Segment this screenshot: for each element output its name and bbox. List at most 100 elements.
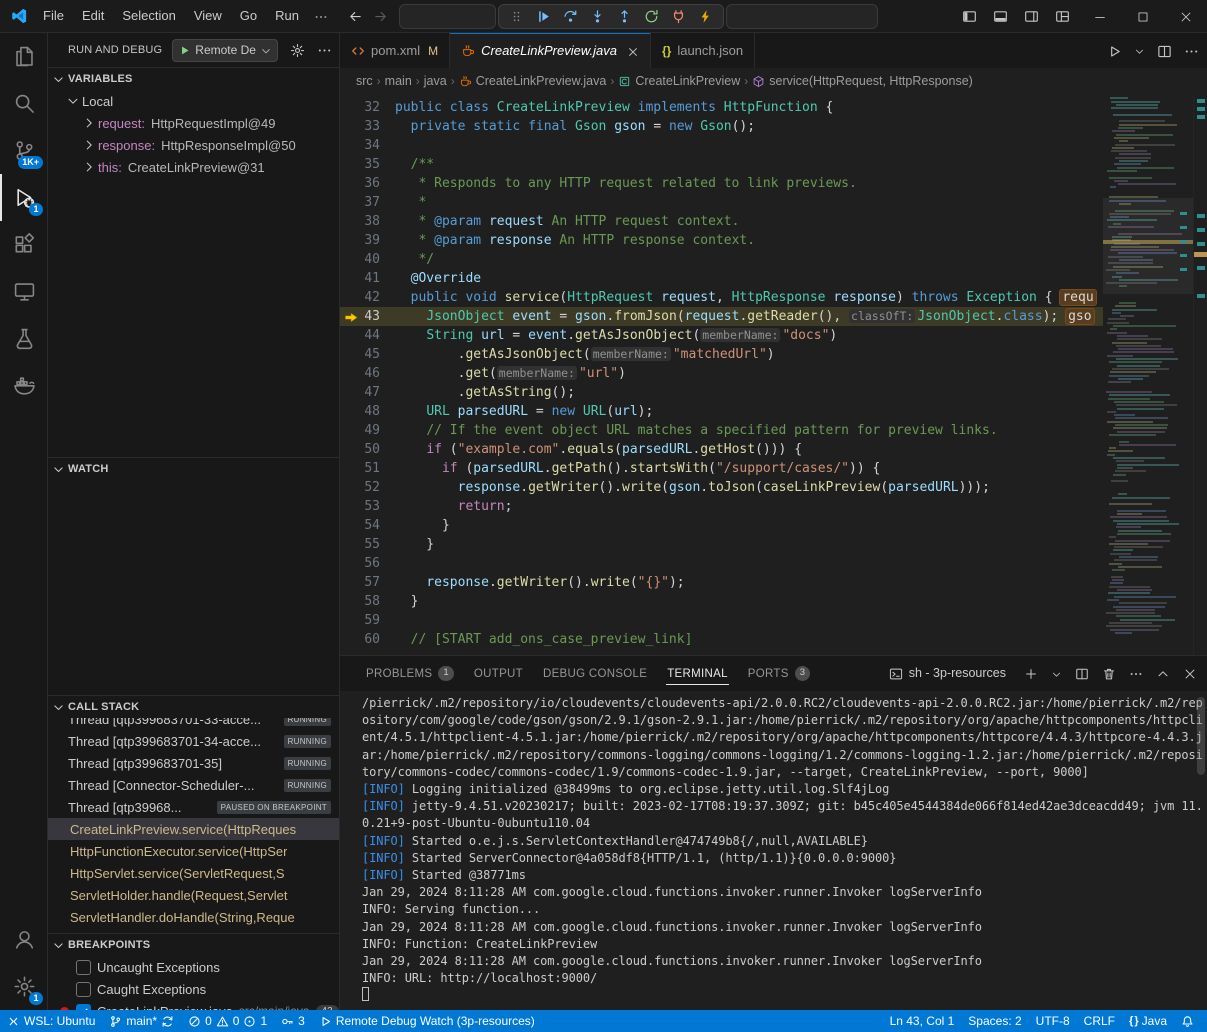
run-file-button[interactable]: [1107, 42, 1122, 58]
activity-bar-item-testing[interactable]: [0, 315, 48, 362]
toggle-primary-sidebar-button[interactable]: [954, 0, 985, 33]
command-center-search[interactable]: [726, 4, 878, 29]
terminal-scrollbar[interactable]: [1197, 697, 1205, 775]
step-into-button[interactable]: [585, 6, 610, 27]
code-line-34[interactable]: 34: [340, 136, 1103, 155]
gutter-line-number[interactable]: 43: [340, 307, 395, 326]
code-line-37[interactable]: 37 *: [340, 193, 1103, 212]
menu-view[interactable]: View: [185, 4, 231, 28]
activity-bar-item-run-and-debug[interactable]: 1: [0, 174, 48, 221]
call-stack-frame[interactable]: ServletHolder.handle(Request,Servlet: [48, 884, 339, 906]
panel-tab-output[interactable]: OUTPUT: [464, 656, 533, 691]
code-line-53[interactable]: 53 return;: [340, 497, 1103, 516]
gutter-line-number[interactable]: 51: [340, 459, 395, 478]
disconnect-button[interactable]: [666, 6, 691, 27]
panel-tab-debug-console[interactable]: DEBUG CONSOLE: [533, 656, 657, 691]
editor-tab-launch.json[interactable]: {}launch.json: [651, 33, 755, 68]
activity-bar-item-remote-explorer[interactable]: [0, 268, 48, 315]
code-line-58[interactable]: 58 }: [340, 592, 1103, 611]
call-stack-frame[interactable]: CreateLinkPreview.service(HttpReques: [48, 818, 339, 840]
command-center-left[interactable]: [399, 4, 496, 29]
activity-bar-item-source-control[interactable]: 1K+: [0, 127, 48, 174]
code-line-60[interactable]: 60 // [START add_ons_case_preview_link]: [340, 630, 1103, 649]
terminal[interactable]: /pierrick/.m2/repository/io/cloudevents/…: [340, 691, 1207, 1010]
code-line-44[interactable]: 44 String url = event.getAsJsonObject(me…: [340, 326, 1103, 345]
status-eol-selector[interactable]: CRLF: [1077, 1010, 1122, 1032]
gutter-line-number[interactable]: 50: [340, 440, 395, 459]
code-line-39[interactable]: 39 * @param response An HTTP response co…: [340, 231, 1103, 250]
variables-scope-local[interactable]: Local: [48, 90, 339, 112]
code-line-35[interactable]: 35 /**: [340, 155, 1103, 174]
code-line-36[interactable]: 36 * Responds to any HTTP request relate…: [340, 174, 1103, 193]
breakpoints-section-header[interactable]: BREAKPOINTS: [48, 934, 339, 956]
editor-tab-pom.xml[interactable]: pom.xmlM: [340, 33, 450, 68]
minimap[interactable]: [1103, 94, 1193, 655]
code-line-40[interactable]: 40 */: [340, 250, 1103, 269]
gutter-line-number[interactable]: 35: [340, 155, 395, 174]
status-key-status[interactable]: 3: [274, 1010, 312, 1032]
breakpoint-checkbox[interactable]: [76, 960, 91, 975]
code-line-55[interactable]: 55 }: [340, 535, 1103, 554]
terminal-session-label[interactable]: sh - 3p-resources: [909, 666, 1006, 680]
variable-request[interactable]: request:HttpRequestImpl@49: [48, 112, 339, 134]
breakpoint-row[interactable]: Uncaught Exceptions: [48, 956, 339, 978]
call-stack-thread[interactable]: Thread [qtp399683701-35]RUNNING: [48, 752, 339, 774]
status-debug-session-status[interactable]: Remote Debug Watch (3p-resources): [312, 1010, 542, 1032]
status-remote-indicator[interactable]: WSL: Ubuntu: [0, 1010, 102, 1032]
activity-bar-item-extensions[interactable]: [0, 221, 48, 268]
code-line-56[interactable]: 56: [340, 554, 1103, 573]
code-line-43[interactable]: 43 JsonObject event = gson.fromJson(requ…: [340, 307, 1103, 326]
breadcrumb-item[interactable]: java: [424, 74, 447, 88]
call-stack-thread[interactable]: Thread [qtp399683701-33-acce...RUNNING: [48, 718, 339, 730]
maximize-panel-button[interactable]: [1156, 666, 1170, 682]
menu-run[interactable]: Run: [266, 4, 308, 28]
hot-code-replace-button[interactable]: [693, 6, 718, 27]
code-line-46[interactable]: 46 .get(memberName:"url"): [340, 364, 1103, 383]
panel-more-actions-button[interactable]: [1129, 666, 1143, 682]
activity-bar-item-search[interactable]: [0, 80, 48, 127]
gutter-line-number[interactable]: 44: [340, 326, 395, 345]
panel-tab-problems[interactable]: PROBLEMS1: [356, 656, 464, 691]
variable-response[interactable]: response:HttpResponseImpl@50: [48, 134, 339, 156]
gutter-line-number[interactable]: 37: [340, 193, 395, 212]
gutter-line-number[interactable]: 45: [340, 345, 395, 364]
code-line-59[interactable]: 59: [340, 611, 1103, 630]
gutter-line-number[interactable]: 58: [340, 592, 395, 611]
minimize-button[interactable]: [1078, 0, 1121, 33]
breakpoint-row[interactable]: CreateLinkPreview.javasrc/main/java43: [48, 1000, 339, 1010]
breakpoint-row[interactable]: Caught Exceptions: [48, 978, 339, 1000]
sidebar-more-actions-button[interactable]: [317, 42, 332, 58]
split-terminal-button[interactable]: [1075, 666, 1089, 682]
code-line-38[interactable]: 38 * @param request An HTTP request cont…: [340, 212, 1103, 231]
breakpoint-checkbox[interactable]: [76, 982, 91, 997]
code-line-33[interactable]: 33 private static final Gson gson = new …: [340, 117, 1103, 136]
code-line-47[interactable]: 47 .getAsString();: [340, 383, 1103, 402]
forward-arrow-button[interactable]: [373, 8, 388, 24]
call-stack-thread[interactable]: Thread [qtp39968...PAUSED ON BREAKPOINT: [48, 796, 339, 818]
gutter-line-number[interactable]: 57: [340, 573, 395, 592]
gutter-line-number[interactable]: 54: [340, 516, 395, 535]
gutter-line-number[interactable]: 36: [340, 174, 395, 193]
call-stack-thread[interactable]: Thread [Connector-Scheduler-...RUNNING: [48, 774, 339, 796]
toggle-panel-button[interactable]: [985, 0, 1016, 33]
watch-section-header[interactable]: WATCH: [48, 458, 339, 480]
code-line-45[interactable]: 45 .getAsJsonObject(memberName:"matchedU…: [340, 345, 1103, 364]
variable-this[interactable]: this:CreateLinkPreview@31: [48, 156, 339, 178]
call-stack-frame[interactable]: HttpFunctionExecutor.service(HttpSer: [48, 840, 339, 862]
menu-go[interactable]: Go: [231, 4, 266, 28]
gutter-line-number[interactable]: 41: [340, 269, 395, 288]
activity-bar-item-settings[interactable]: 1: [0, 963, 48, 1010]
customize-layout-button[interactable]: [1047, 0, 1078, 33]
code-line-42[interactable]: 42 public void service(HttpRequest reque…: [340, 288, 1103, 307]
split-editor-button[interactable]: [1157, 42, 1172, 58]
code-line-50[interactable]: 50 if ("example.com".equals(parsedURL.ge…: [340, 440, 1103, 459]
gutter-line-number[interactable]: 59: [340, 611, 395, 630]
gutter-line-number[interactable]: 48: [340, 402, 395, 421]
variables-section-header[interactable]: VARIABLES: [48, 68, 339, 90]
code-area[interactable]: 32public class CreateLinkPreview impleme…: [340, 94, 1103, 655]
panel-tab-ports[interactable]: PORTS3: [738, 656, 821, 691]
gutter-line-number[interactable]: 33: [340, 117, 395, 136]
terminal-profile-dropdown[interactable]: [1051, 666, 1062, 681]
menu-edit[interactable]: Edit: [73, 4, 113, 28]
close-panel-button[interactable]: [1183, 666, 1197, 682]
